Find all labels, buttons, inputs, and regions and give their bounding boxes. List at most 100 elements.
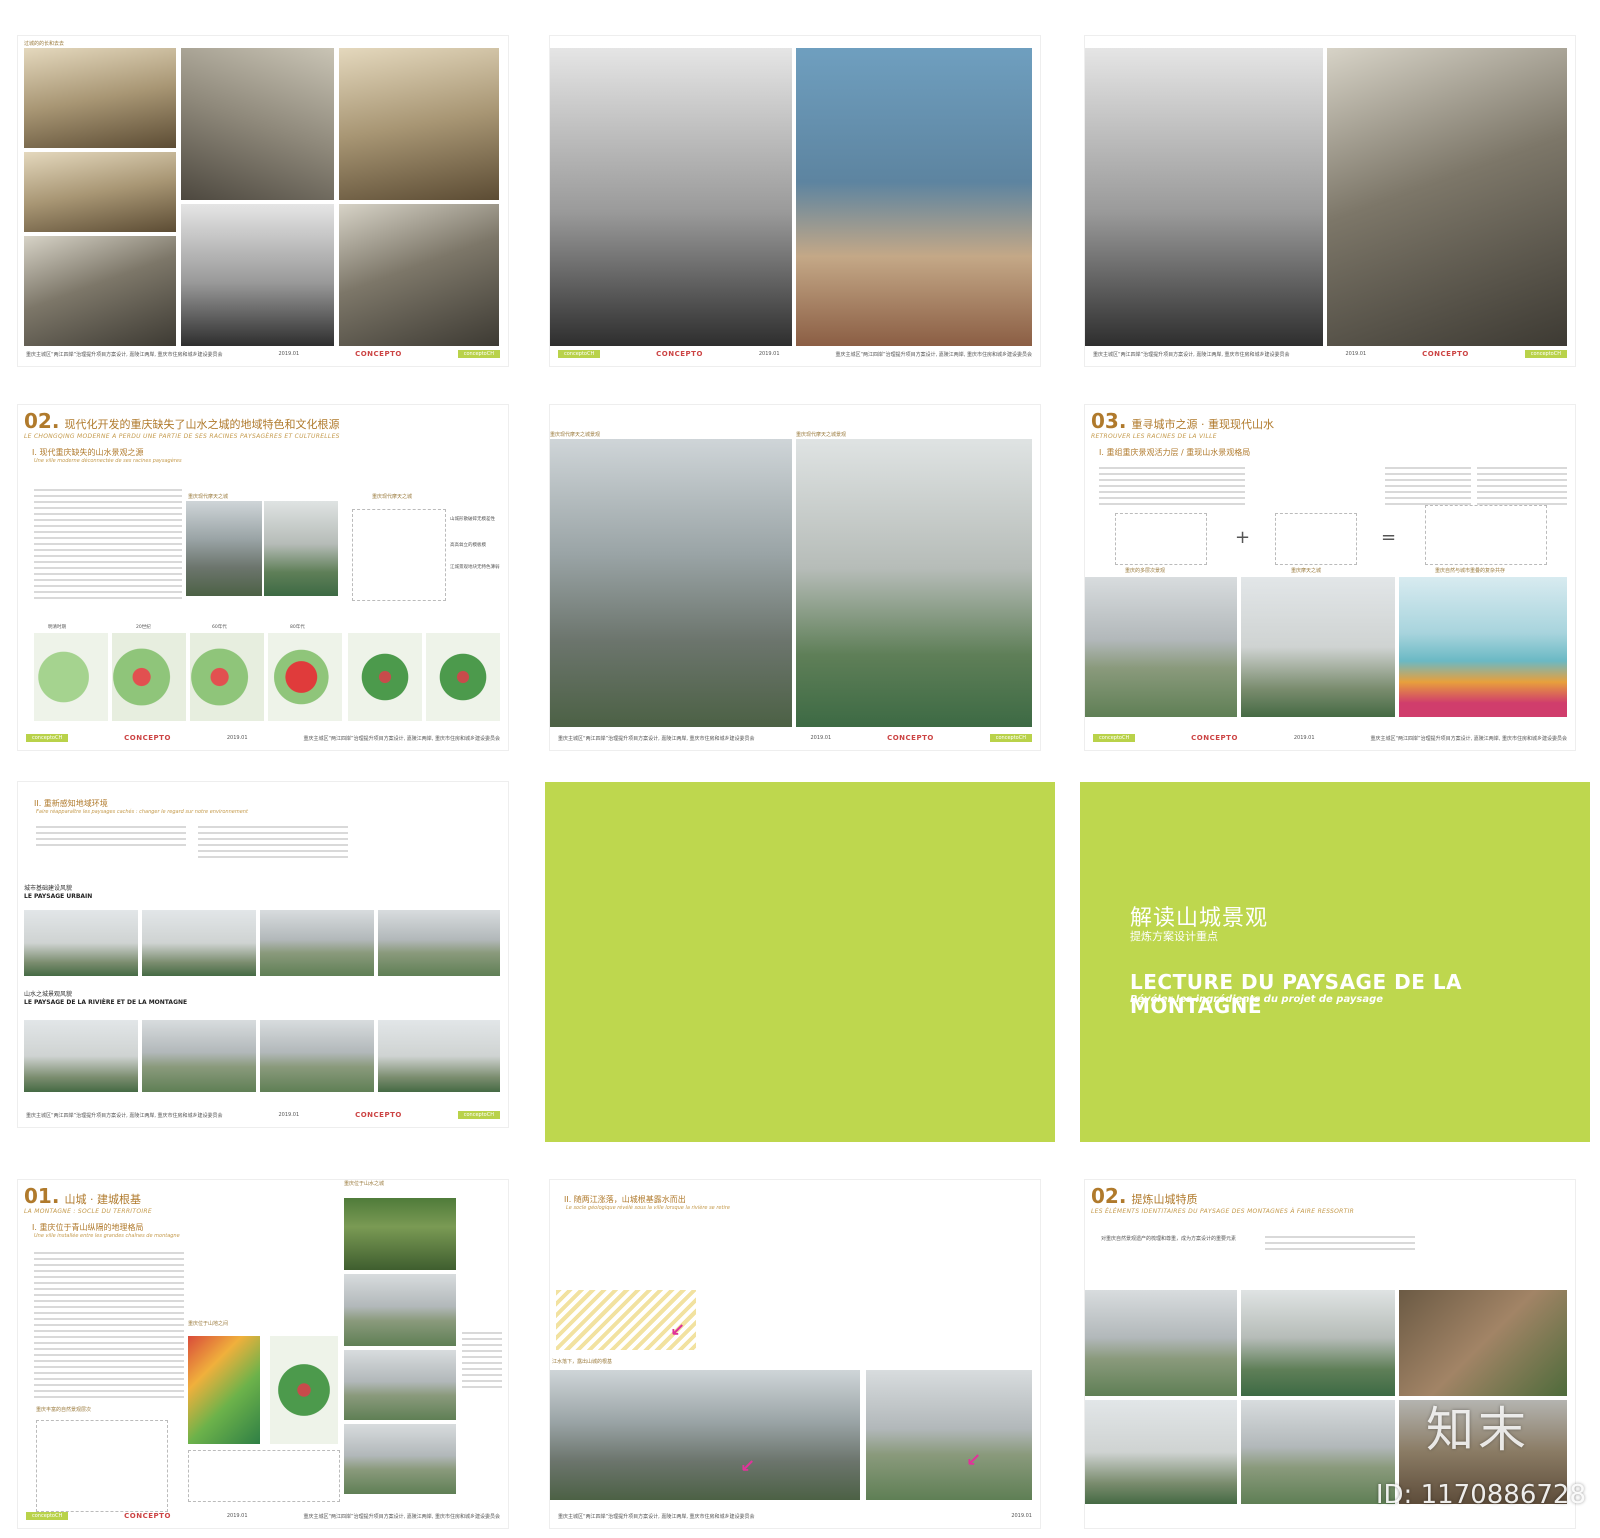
block-title-cn: 山水之城景观风貌 bbox=[24, 991, 73, 998]
page-footer: conceptoCH CONCEPTO 2019.01 重庆主城区“两江四岸”治… bbox=[1085, 732, 1575, 744]
watermark-id: ID: 1170886728 bbox=[1375, 1480, 1586, 1510]
photo-hill-tower bbox=[344, 1274, 456, 1346]
page-footer: 重庆主城区“两江四岸”治理提升项目方案设计, 嘉陵江两岸, 重庆市住房和城乡建设… bbox=[18, 348, 508, 360]
caption: 重庆现代摩天之城景观 bbox=[796, 432, 847, 438]
photo-bridges-city bbox=[1241, 577, 1395, 717]
side-text bbox=[462, 1332, 502, 1392]
arrow-icon: ↙ bbox=[670, 1320, 686, 1341]
page-footer: conceptoCH CONCEPTO 2019.01 重庆主城区“两江四岸”治… bbox=[550, 348, 1040, 360]
photo-highrise-viaduct bbox=[796, 439, 1032, 727]
map-label: 60年代 bbox=[212, 625, 227, 630]
spread-page-11: II. 随两江涨落，山城根基露水而出 Le socle géologique r… bbox=[550, 1180, 1040, 1528]
sketch-towers bbox=[1275, 513, 1357, 565]
footer-text: 重庆主城区“两江四岸”治理提升项目方案设计, 嘉陵江两岸, 重庆市住房和城乡建设… bbox=[26, 1112, 223, 1119]
section-diagram bbox=[188, 1450, 340, 1502]
sketch-question-towers bbox=[352, 509, 446, 601]
footer-logo: CONCEPTO bbox=[124, 734, 171, 742]
body-text bbox=[1385, 467, 1471, 507]
footer-tag: conceptoCH bbox=[26, 1512, 69, 1520]
footer-logo: CONCEPTO bbox=[124, 1512, 171, 1520]
footer-tag: conceptoCH bbox=[457, 1111, 500, 1119]
section-title: 山城 · 建城根基 bbox=[64, 1193, 142, 1206]
sketch-caption: 重庆摩天之城 bbox=[1291, 568, 1322, 574]
subsection-title: I. 重庆位于青山纵隔的地理格局 bbox=[32, 1223, 144, 1232]
photo-cliff-city bbox=[344, 1350, 456, 1420]
photo-riverbank-buildings bbox=[1241, 1400, 1395, 1504]
subsection-title: I. 现代重庆缺失的山水景观之源 bbox=[32, 448, 144, 457]
footer-logo: CONCEPTO bbox=[887, 734, 934, 742]
section-title: 重寻城市之源 · 重现现代山水 bbox=[1131, 418, 1275, 431]
photo-urban-cutout bbox=[260, 910, 374, 976]
body-text bbox=[198, 826, 348, 862]
section-subtitle: LES ÉLÉMENTS IDENTITAIRES DU PAYSAGE DES… bbox=[1091, 1208, 1355, 1215]
footer-logo: CONCEPTO bbox=[656, 350, 703, 358]
map-topography bbox=[188, 1336, 260, 1444]
footer-date: 2019.01 bbox=[226, 1513, 248, 1519]
section-title: 现代化开发的重庆缺失了山水之城的地域特色和文化根源 bbox=[64, 418, 340, 431]
footer-date: 2019.01 bbox=[278, 1112, 300, 1118]
section-header: 02. 提炼山城特质 bbox=[1091, 1184, 1198, 1208]
body-text bbox=[36, 826, 186, 846]
footer-text: 重庆主城区“两江四岸”治理提升项目方案设计, 嘉陵江两岸, 重庆市住房和城乡建设… bbox=[303, 1513, 500, 1520]
sketch-combined-landscape bbox=[1425, 505, 1547, 565]
photo-river-hill bbox=[142, 1020, 256, 1092]
spread-page-10: 01. 山城 · 建城根基 LA MONTAGNE : SOCLE DU TER… bbox=[18, 1180, 508, 1528]
caption: 江水落下，露出山城的根基 bbox=[552, 1359, 613, 1365]
page-caption: 过城的的长和去去 bbox=[24, 41, 65, 47]
photo-porter-boat bbox=[550, 48, 792, 346]
subsection-subtitle: Une ville installée entre les grandes ch… bbox=[34, 1233, 180, 1239]
body-text bbox=[1099, 467, 1245, 507]
subsection-subtitle: Le socle géologique révélé sous la ville… bbox=[566, 1205, 730, 1211]
arrow-icon: ↙ bbox=[966, 1450, 982, 1471]
map-green-structure bbox=[270, 1336, 338, 1444]
subsection-title: II. 随两江涨落，山城根基露水而出 bbox=[564, 1195, 686, 1204]
chapter-subtitle-cn: 提炼方案设计重点 bbox=[1130, 930, 1218, 943]
photo-gorge bbox=[344, 1198, 456, 1270]
footer-date: 2019.01 bbox=[1293, 735, 1315, 741]
spread-page-5: 重庆现代摩天之城景观 重庆现代摩天之城景观 重庆主城区“两江四岸”治理提升项目方… bbox=[550, 405, 1040, 750]
photo-color-harbor-workers bbox=[796, 48, 1032, 346]
photo-riverbank-workers bbox=[344, 1424, 456, 1494]
photo-river-cutout bbox=[260, 1020, 374, 1092]
illustration-colorful-city bbox=[1399, 577, 1567, 717]
caption: 重庆现代摩天之城景观 bbox=[550, 432, 601, 438]
photo-river-pillars bbox=[24, 1020, 138, 1092]
footer-logo: CONCEPTO bbox=[1422, 350, 1469, 358]
block-title-fr: LE PAYSAGE DE LA RIVIÈRE ET DE LA MONTAG… bbox=[24, 999, 188, 1006]
spread-page-3: 重庆主城区“两江四岸”治理提升项目方案设计, 嘉陵江两岸, 重庆市住房和城乡建设… bbox=[1085, 36, 1575, 366]
sketch-mountain-profile bbox=[36, 1420, 168, 1512]
map-ming-qing bbox=[34, 633, 108, 721]
photo-rocks-bridge bbox=[1085, 1290, 1237, 1396]
photo-urban-bridge bbox=[378, 910, 500, 976]
section-subtitle: LA MONTAGNE : SOCLE DU TERRITOIRE bbox=[24, 1208, 152, 1215]
photo-skyscraper-ferry bbox=[264, 501, 338, 596]
photo-slope-city bbox=[1241, 1290, 1395, 1396]
photo-cliff-rock bbox=[1399, 1290, 1567, 1396]
footer-logo: CONCEPTO bbox=[355, 350, 402, 358]
photo-urban-pillars bbox=[24, 910, 138, 976]
photo-exposed-rock bbox=[866, 1370, 1032, 1500]
photo-boats-landing bbox=[181, 48, 334, 200]
section-number: 02. bbox=[24, 409, 60, 433]
section-subtitle: LE CHONGQING MODERNE A PERDU UNE PARTIE … bbox=[24, 433, 340, 440]
section-number: 01. bbox=[24, 1184, 60, 1208]
footer-text: 重庆主城区“两江四岸”治理提升项目方案设计, 嘉陵江两岸, 重庆市住房和城乡建设… bbox=[1370, 735, 1567, 742]
page-footer: 重庆主城区“两江四岸”治理提升项目方案设计, 嘉陵江两岸, 重庆市住房和城乡建设… bbox=[550, 732, 1040, 744]
photo-stairs-workers bbox=[1327, 48, 1567, 346]
section-header: 02. 现代化开发的重庆缺失了山水之城的地域特色和文化根源 bbox=[24, 409, 340, 433]
spread-page-6: 03. 重寻城市之源 · 重现现代山水 RETROUVER LES RACINE… bbox=[1085, 405, 1575, 750]
footer-logo: CONCEPTO bbox=[1191, 734, 1238, 742]
caption: 重庆现代摩天之城 bbox=[188, 494, 229, 500]
photo-misty-river bbox=[1085, 577, 1237, 717]
body-text bbox=[1477, 467, 1567, 507]
map-20th-century bbox=[112, 633, 186, 721]
section-header: 03. 重寻城市之源 · 重现现代山水 bbox=[1091, 409, 1274, 433]
spread-page-4: 02. 现代化开发的重庆缺失了山水之城的地域特色和文化根源 LE CHONGQI… bbox=[18, 405, 508, 750]
plus-sign: + bbox=[1235, 527, 1251, 548]
photo-cliff-city bbox=[186, 501, 262, 596]
spread-page-1: 过城的的长和去去 重庆主城区“两江四岸”治理提升项目方案设计, 嘉陵江两岸, 重… bbox=[18, 36, 508, 366]
footer-text: 重庆主城区“两江四岸”治理提升项目方案设计, 嘉陵江两岸, 重庆市住房和城乡建设… bbox=[835, 351, 1032, 358]
footer-text: 重庆主城区“两江四岸”治理提升项目方案设计, 嘉陵江两岸, 重庆市住房和城乡建设… bbox=[1093, 351, 1290, 358]
sketch-mountain-layers bbox=[1115, 513, 1207, 565]
footer-text: 重庆主城区“两江四岸”治理提升项目方案设计, 嘉陵江两岸, 重庆市住房和城乡建设… bbox=[558, 735, 755, 742]
